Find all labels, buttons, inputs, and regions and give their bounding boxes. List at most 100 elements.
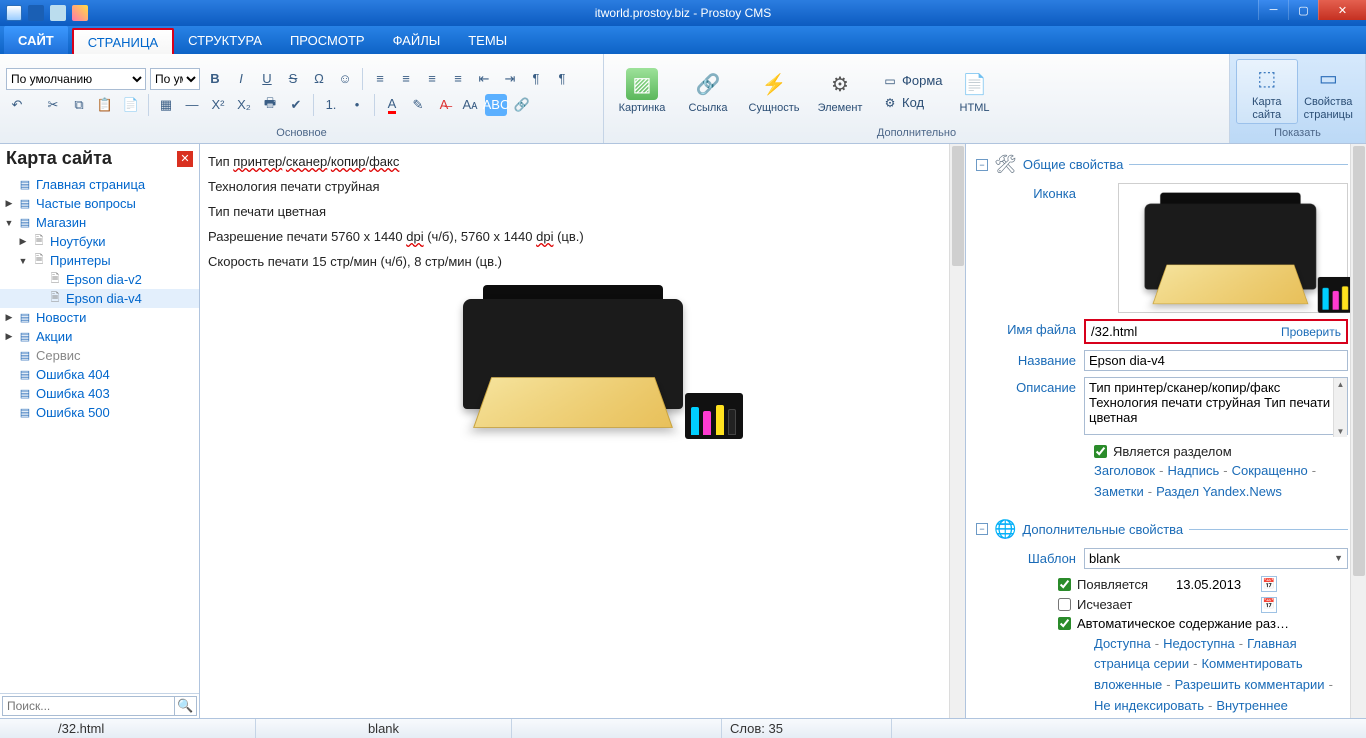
calendar-icon-2[interactable]: 📅 [1261,597,1277,613]
insert-code-button[interactable]: ⚙Код [878,93,947,113]
insert-picture-button[interactable]: ▨ Картинка [610,66,674,116]
sub-button[interactable]: X₂ [233,94,255,116]
align-left-button[interactable]: ≡ [369,68,391,90]
tree-item-news[interactable]: ▶▤Новости [0,308,199,327]
link-inline-button[interactable]: 🔗 [511,94,533,116]
prop-link[interactable]: Разрешить комментарии [1175,677,1325,692]
highlight-button[interactable]: ✎ [407,94,429,116]
sitemap-tree[interactable]: ▤Главная страница▶▤Частые вопросы▼▤Магаз… [0,173,199,693]
prop-link[interactable]: Заголовок [1094,463,1155,478]
disappears-date[interactable] [1173,603,1255,607]
spellcheck-button[interactable]: ABC [485,94,507,116]
calendar-icon[interactable]: 📅 [1261,576,1277,592]
maximize-button[interactable]: ▢ [1288,0,1318,20]
filename-input[interactable] [1087,322,1277,341]
editor-pane[interactable]: Тип принтер/сканер/копир/факс Технология… [200,144,966,718]
html-button[interactable]: 📄 HTML [949,66,1001,116]
prop-link[interactable]: Не индексировать [1094,698,1204,713]
tab-site[interactable]: САЙТ [4,26,68,54]
insert-entity-button[interactable]: ⚡ Сущность [742,66,806,116]
tree-item-shop[interactable]: ▼▤Магазин [0,213,199,232]
template-select[interactable]: blank▼ [1084,548,1348,569]
qat-tool-icon[interactable] [50,5,66,21]
desc-scrollbar[interactable]: ▲ ▼ [1333,378,1347,437]
italic-button[interactable]: I [230,68,252,90]
fontsize-button[interactable]: Aᴀ [459,94,481,116]
textcolor-button[interactable]: A [381,94,403,116]
omega-button[interactable]: Ω [308,68,330,90]
props-scrollbar[interactable] [1350,144,1366,718]
style-select[interactable]: По умолчанию [6,68,146,90]
tree-item-service[interactable]: ▤Сервис [0,346,199,365]
prop-link[interactable]: Сокращенно [1232,463,1308,478]
underline-button[interactable]: U [256,68,278,90]
bold-button[interactable]: B [204,68,226,90]
insert-link-button[interactable]: 🔗 Ссылка [676,66,740,116]
appears-date[interactable]: 13.05.2013 [1173,575,1255,594]
tab-structure[interactable]: СТРУКТУРА [174,26,276,54]
content-line-4[interactable]: Разрешение печати 5760 x 1440 dpi (ч/б),… [208,229,957,244]
list-rtl-button[interactable]: ¶ [551,68,573,90]
check-link[interactable]: Проверить [1277,325,1345,339]
ol-button[interactable]: 1. [320,94,342,116]
prop-link[interactable]: Недоступна [1163,636,1235,651]
qat-new-icon[interactable] [6,5,22,21]
title-input[interactable] [1084,350,1348,371]
indent-left-button[interactable]: ⇤ [473,68,495,90]
appears-checkbox[interactable] [1058,578,1071,591]
disappears-checkbox[interactable] [1058,598,1071,611]
tree-item-printers[interactable]: ▼🗎Принтеры [0,251,199,270]
emoji-button[interactable]: ☺ [334,68,356,90]
font-select[interactable]: По ум [150,68,200,90]
align-right-button[interactable]: ≡ [421,68,443,90]
list-ltr-button[interactable]: ¶ [525,68,547,90]
insert-element-button[interactable]: ⚙ Элемент [808,66,872,116]
editor-scrollbar[interactable] [949,144,965,718]
tab-themes[interactable]: ТЕМЫ [454,26,521,54]
is-section-checkbox[interactable] [1094,445,1107,458]
cut-button[interactable]: ✂ [42,94,64,116]
sup-button[interactable]: X² [207,94,229,116]
strike-button[interactable]: S [282,68,304,90]
clearformat-button[interactable]: A̶ [433,94,455,116]
tree-item-500[interactable]: ▤Ошибка 500 [0,403,199,422]
ul-button[interactable]: • [346,94,368,116]
show-sitemap-button[interactable]: ⬚ Карта сайта [1236,59,1298,123]
tab-files[interactable]: ФАЙЛЫ [379,26,455,54]
close-panel-button[interactable]: ✕ [177,151,193,167]
collapse-extra-button[interactable]: − [976,523,988,535]
search-button[interactable]: 🔍 [175,696,197,716]
prop-link[interactable]: Раздел Yandex.News [1156,484,1282,499]
qat-layers-icon[interactable] [72,5,88,21]
spell-button[interactable]: ✔ [285,94,307,116]
print-button[interactable]: 🖶 [259,94,281,116]
undo-button[interactable]: ↶ [6,94,28,116]
prop-link[interactable]: Заметки [1094,484,1144,499]
table-button[interactable]: ▦ [155,94,177,116]
show-pageprops-button[interactable]: ▭ Свойства страницы [1298,60,1359,122]
tab-page[interactable]: СТРАНИЦА [72,28,174,54]
collapse-general-button[interactable]: − [976,159,988,171]
content-line-1[interactable]: Тип принтер/сканер/копир/факс [208,154,957,169]
align-center-button[interactable]: ≡ [395,68,417,90]
paste-special-button[interactable]: 📄 [120,94,142,116]
desc-textarea[interactable]: Тип принтер/сканер/копир/факс Технология… [1084,377,1348,435]
prop-link[interactable]: Внутреннее [1216,698,1288,713]
minimize-button[interactable]: ─ [1258,0,1288,20]
content-line-3[interactable]: Тип печати цветная [208,204,957,219]
icon-thumbnail[interactable] [1118,183,1348,313]
content-line-5[interactable]: Скорость печати 15 стр/мин (ч/б), 8 стр/… [208,254,957,269]
indent-right-button[interactable]: ⇥ [499,68,521,90]
insert-form-button[interactable]: ▭Форма [878,71,947,91]
qat-save-icon[interactable] [28,5,44,21]
tab-preview[interactable]: ПРОСМОТР [276,26,379,54]
tree-item-403[interactable]: ▤Ошибка 403 [0,384,199,403]
tree-item-404[interactable]: ▤Ошибка 404 [0,365,199,384]
tree-item-faq[interactable]: ▶▤Частые вопросы [0,194,199,213]
tree-item-epson4[interactable]: 🗎Epson dia-v4 [0,289,199,308]
content-line-2[interactable]: Технология печати струйная [208,179,957,194]
hr-button[interactable]: — [181,94,203,116]
tree-item-promo[interactable]: ▶▤Акции [0,327,199,346]
tree-item-laptops[interactable]: ▶🗎Ноутбуки [0,232,199,251]
tree-item-home[interactable]: ▤Главная страница [0,175,199,194]
